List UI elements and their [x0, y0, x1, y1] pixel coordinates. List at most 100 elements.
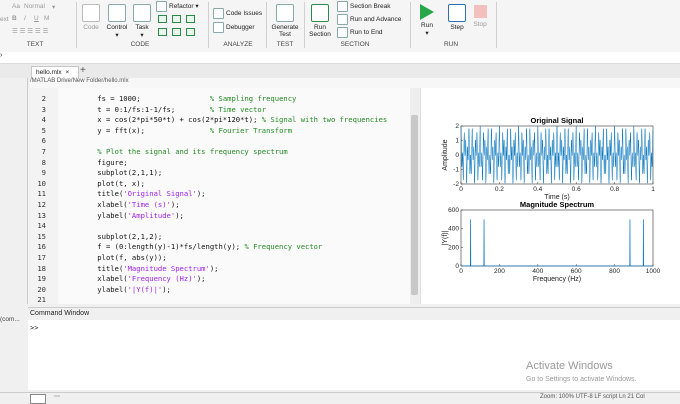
- code-editor[interactable]: fs = 1000; % Sampling frequency t = 0:1/…: [58, 88, 410, 304]
- aa-icon[interactable]: Aa: [12, 3, 20, 10]
- code-line: % Plot the signal and its frequency spec…: [80, 147, 288, 156]
- close-icon[interactable]: ×: [65, 69, 69, 76]
- generate-test-button[interactable]: Generate Test: [268, 4, 302, 38]
- line-number: 20: [37, 284, 46, 294]
- x-tick-label: 0.8: [610, 186, 619, 193]
- code-line: fs = 1000; % Sampling frequency: [80, 94, 297, 103]
- code-line: subplot(2,1,1);: [80, 168, 163, 178]
- run-section-label: Run Section: [309, 24, 331, 38]
- run-section-button[interactable]: Run Section: [306, 4, 334, 38]
- code-issues-label: Code Issues: [226, 10, 263, 18]
- control-label: Control: [106, 24, 128, 31]
- command-window-title: Command Window: [30, 310, 90, 317]
- y-axis-label: |Y(f)|: [442, 230, 449, 245]
- run-and-advance-button[interactable]: Run and Advance: [337, 14, 401, 25]
- section-break-label: Section Break: [350, 3, 391, 11]
- add-tab-button[interactable]: +: [80, 65, 86, 76]
- task-label: Task: [135, 24, 149, 31]
- section-section: SECTION: [340, 41, 370, 48]
- monospace-icon[interactable]: M: [44, 15, 49, 22]
- run-to-end-button[interactable]: Run to End: [337, 27, 383, 38]
- underline-icon[interactable]: U: [34, 15, 39, 22]
- scrollbar-thumb[interactable]: [411, 115, 418, 295]
- debugger-icon: [213, 22, 224, 33]
- stop-label: Stop: [473, 21, 487, 28]
- command-window[interactable]: >> Activate Windows Go to Settings to ac…: [28, 320, 680, 390]
- outdent-icon[interactable]: [186, 28, 195, 36]
- line-number: 15: [37, 231, 46, 241]
- generate-test-icon: [276, 4, 294, 22]
- list-icons[interactable]: ☰ ☰ ☰ ☰ ☰: [12, 27, 48, 35]
- step-icon: [448, 4, 466, 22]
- divider: [304, 2, 305, 48]
- wrap-comments-icon[interactable]: [186, 15, 195, 23]
- x-tick-label: 400: [532, 268, 543, 275]
- chevron-down-icon: ▾: [140, 32, 144, 39]
- line-number: 4: [41, 115, 46, 125]
- line-number-gutter: 2 3 4 5 6 7 8 9 10 11 12 13 14 15 16 17 18 19 20 21: [28, 88, 58, 304]
- section-code: CODE: [130, 41, 150, 48]
- task-button[interactable]: Task ▾: [132, 4, 152, 39]
- code-line: figure;: [80, 157, 128, 167]
- line-number: 13: [37, 210, 46, 220]
- code-line: plot(f, abs(y));: [80, 253, 167, 262]
- chevron-down-icon: ▾: [425, 30, 429, 37]
- command-prompt: >>: [30, 324, 39, 332]
- y-tick-label: 200: [448, 244, 459, 251]
- indent-icon[interactable]: [158, 28, 167, 36]
- figure-output-pane: Original Signal 0 0.2 0.4 0.6 0.8 1 2 1 0 -1 -2 Time…: [420, 88, 680, 304]
- line-number: 8: [41, 157, 46, 167]
- code-line: ylabel('|Y(f)|');: [80, 284, 171, 294]
- text-button-partial[interactable]: ext: [0, 16, 9, 23]
- style-dropdown[interactable]: Normal: [24, 3, 45, 10]
- debugger-button[interactable]: Debugger: [213, 22, 255, 33]
- line-number: 3: [41, 104, 46, 114]
- line-number: 19: [37, 274, 46, 284]
- run-to-end-icon: [337, 27, 348, 38]
- refactor-button[interactable]: Refactor ▾: [156, 1, 199, 12]
- x-tick-label: 1000: [646, 268, 661, 275]
- run-to-end-label: Run to End: [350, 29, 383, 37]
- x-tick-label: 0: [459, 268, 463, 275]
- comment-icon[interactable]: [158, 15, 167, 23]
- more-icon[interactable]: ⋯: [54, 393, 60, 400]
- bold-icon[interactable]: B: [12, 15, 17, 22]
- line-number: 18: [37, 263, 46, 273]
- section-run: RUN: [443, 41, 459, 48]
- line-number: 12: [37, 200, 46, 209]
- code-button[interactable]: Code: [80, 4, 102, 31]
- plot-frame: [460, 209, 654, 267]
- current-folder-panel-collapsed[interactable]: [0, 64, 28, 304]
- control-button[interactable]: Control ▾: [104, 4, 130, 39]
- divider: [410, 2, 411, 48]
- code-label: Code: [83, 24, 99, 31]
- toolstrip-ribbon: ext Aa Normal ▾ B I U M ☰ ☰ ☰ ☰ ☰ TEXT C…: [0, 0, 680, 53]
- code-line: plot(t, x);: [80, 178, 145, 188]
- y-tick-label: 0: [455, 152, 459, 159]
- x-tick-label: 0: [459, 186, 463, 193]
- line-number: 14: [37, 221, 46, 231]
- divider: [496, 2, 497, 48]
- section-break-button[interactable]: Section Break: [337, 1, 390, 12]
- generate-test-label: Generate Test: [271, 24, 299, 38]
- code-line: title('Original Signal');: [80, 189, 206, 199]
- stop-button[interactable]: Stop: [470, 4, 490, 28]
- control-icon: [108, 4, 126, 22]
- section-text: TEXT: [26, 41, 44, 48]
- step-button[interactable]: Step: [444, 4, 470, 31]
- y-tick-label: 600: [448, 207, 459, 214]
- code-line: t = 0:1/fs:1-1/fs; % Time vector: [80, 104, 267, 114]
- chevron-icon[interactable]: ›: [0, 52, 2, 59]
- stop-icon: [473, 5, 487, 18]
- y-axis-label: Amplitude: [442, 139, 449, 170]
- x-tick-label: 600: [571, 268, 582, 275]
- run-button[interactable]: Run ▾: [414, 4, 440, 37]
- uncomment-icon[interactable]: [172, 15, 181, 23]
- x-tick-label: 0.6: [572, 186, 581, 193]
- editor-tab-bar: hello.mlx × +: [0, 64, 680, 79]
- x-tick-label: 1: [651, 186, 655, 193]
- code-issues-button[interactable]: Code Issues: [213, 8, 262, 19]
- italic-icon[interactable]: I: [24, 15, 26, 22]
- run-and-advance-label: Run and Advance: [350, 16, 402, 24]
- smart-indent-icon[interactable]: [172, 28, 181, 36]
